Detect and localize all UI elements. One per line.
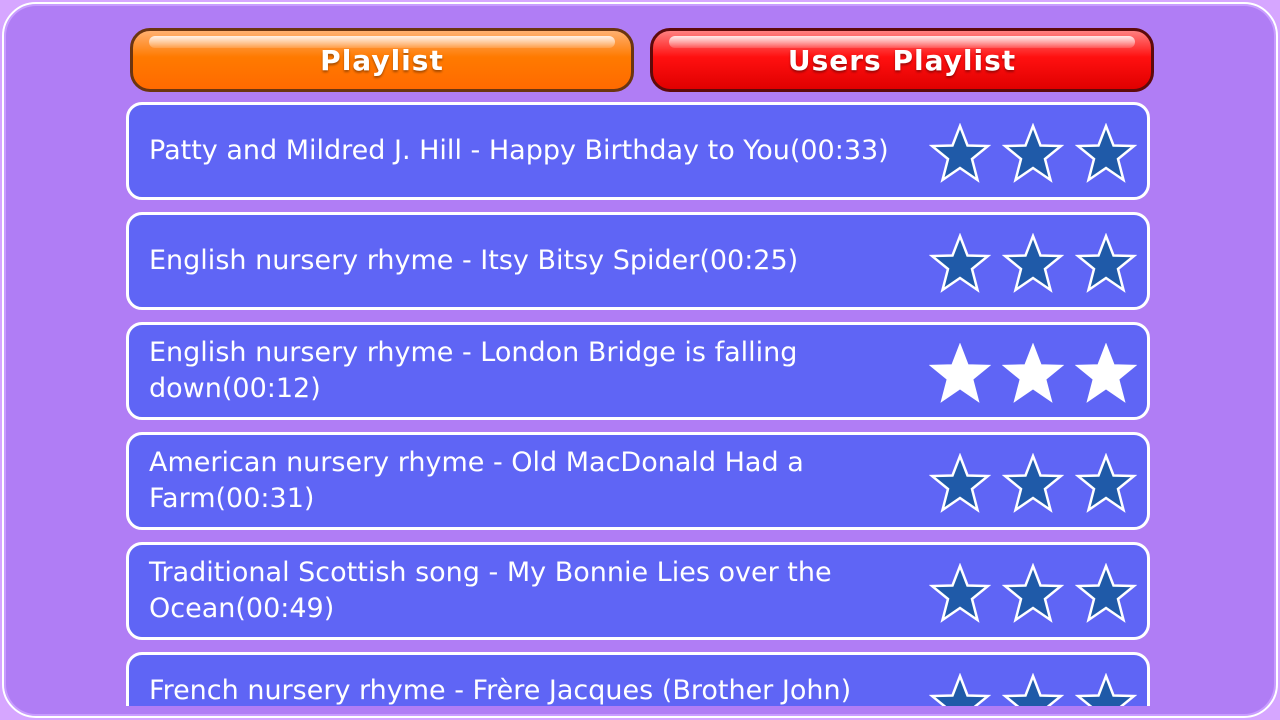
- rating-stars: [929, 343, 1141, 403]
- song-row[interactable]: American nursery rhyme - Old MacDonald H…: [126, 432, 1150, 530]
- song-title: Patty and Mildred J. Hill - Happy Birthd…: [149, 135, 889, 166]
- star-icon[interactable]: [1075, 673, 1137, 706]
- rating-stars: [929, 123, 1141, 183]
- star-icon[interactable]: [1075, 123, 1137, 185]
- star-icon[interactable]: [1075, 563, 1137, 625]
- star-icon[interactable]: [1002, 233, 1064, 295]
- star-icon[interactable]: [1075, 233, 1137, 295]
- tab-users-playlist-label: Users Playlist: [787, 43, 1017, 77]
- star-icon[interactable]: [929, 123, 991, 185]
- song-title: American nursery rhyme - Old MacDonald H…: [149, 447, 804, 514]
- song-title: English nursery rhyme - London Bridge is…: [149, 337, 798, 404]
- star-icon[interactable]: [929, 563, 991, 625]
- star-icon[interactable]: [1002, 673, 1064, 706]
- star-icon[interactable]: [929, 673, 991, 706]
- star-icon[interactable]: [1002, 563, 1064, 625]
- tab-playlist[interactable]: Playlist: [130, 28, 634, 92]
- star-icon[interactable]: [1075, 343, 1137, 405]
- song-row[interactable]: English nursery rhyme - Itsy Bitsy Spide…: [126, 212, 1150, 310]
- star-icon[interactable]: [929, 233, 991, 295]
- rating-stars: [929, 673, 1141, 706]
- song-row[interactable]: English nursery rhyme - London Bridge is…: [126, 322, 1150, 420]
- star-icon[interactable]: [929, 343, 991, 405]
- tab-users-playlist[interactable]: Users Playlist: [650, 28, 1154, 92]
- song-title: Traditional Scottish song - My Bonnie Li…: [149, 557, 832, 624]
- star-icon[interactable]: [929, 453, 991, 515]
- rating-stars: [929, 453, 1141, 513]
- star-icon[interactable]: [1002, 123, 1064, 185]
- song-row[interactable]: Patty and Mildred J. Hill - Happy Birthd…: [126, 102, 1150, 200]
- song-list[interactable]: Patty and Mildred J. Hill - Happy Birthd…: [126, 102, 1150, 706]
- song-row[interactable]: French nursery rhyme - Frère Jacques (Br…: [126, 652, 1150, 706]
- song-title: English nursery rhyme - Itsy Bitsy Spide…: [149, 245, 799, 276]
- song-title: French nursery rhyme - Frère Jacques (Br…: [149, 675, 852, 706]
- rating-stars: [929, 563, 1141, 623]
- song-row[interactable]: Traditional Scottish song - My Bonnie Li…: [126, 542, 1150, 640]
- star-icon[interactable]: [1075, 453, 1137, 515]
- star-icon[interactable]: [1002, 453, 1064, 515]
- star-icon[interactable]: [1002, 343, 1064, 405]
- rating-stars: [929, 233, 1141, 293]
- tab-playlist-label: Playlist: [320, 43, 444, 77]
